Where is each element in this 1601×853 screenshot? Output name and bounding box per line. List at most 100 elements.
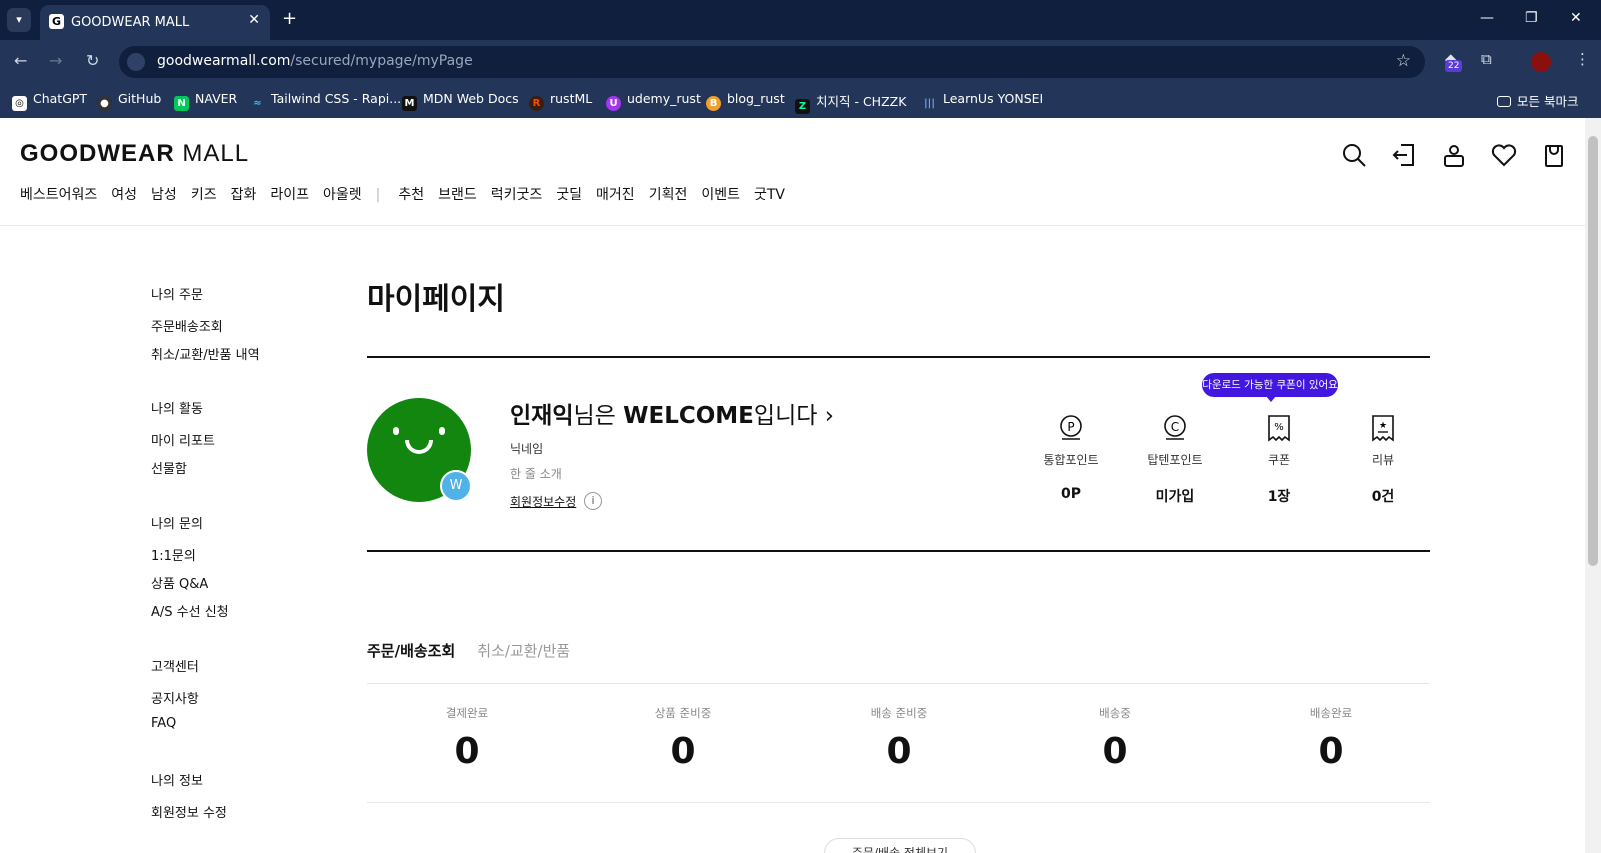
bookmark-blog[interactable]: Bblog_rust bbox=[706, 91, 785, 111]
profile-avatar[interactable] bbox=[1531, 52, 1551, 72]
svg-text:C: C bbox=[1171, 420, 1179, 434]
learnus-icon: ||| bbox=[924, 98, 935, 109]
global-nav: 베스트어워즈 여성 남성 키즈 잡화 라이프 아울렛 | 추천 브랜드 럭키굿즈 굿딜 매거진 기획전 이벤… bbox=[20, 184, 799, 204]
order-status-preparing[interactable]: 상품 준비중 0 bbox=[623, 705, 743, 772]
page-scrollbar[interactable] bbox=[1585, 118, 1601, 853]
review-icon: ★ bbox=[1372, 415, 1394, 442]
welcome-message[interactable]: 인재익님은 WELCOME입니다 › bbox=[510, 396, 834, 430]
browser-tabstrip: ▾ G GOODWEAR MALL ✕ + — ❐ ✕ bbox=[0, 0, 1601, 40]
cart-icon[interactable] bbox=[1541, 142, 1567, 168]
extension-badge: 22 bbox=[1445, 60, 1463, 72]
nav-item[interactable]: 아울렛 bbox=[323, 187, 362, 203]
extensions-puzzle-icon[interactable]: ⧉ bbox=[1481, 50, 1492, 68]
sidebar-item[interactable]: 선물함 bbox=[151, 458, 187, 477]
nav-item[interactable]: 이벤트 bbox=[701, 187, 740, 203]
window-close-button[interactable]: ✕ bbox=[1570, 10, 1582, 26]
naver-icon: N bbox=[174, 96, 189, 111]
bookmark-chatgpt[interactable]: ◎ ChatGPT bbox=[12, 91, 87, 111]
sidebar-item[interactable]: 공지사항 bbox=[151, 688, 199, 707]
sidebar-heading: 나의 정보 bbox=[151, 774, 203, 789]
nav-item[interactable]: 매거진 bbox=[596, 187, 635, 203]
login-icon[interactable] bbox=[1391, 142, 1417, 168]
order-status-shipping[interactable]: 배송중 0 bbox=[1055, 705, 1175, 772]
sidebar-item[interactable]: 1:1문의 bbox=[151, 545, 196, 564]
chzzk-icon: Z bbox=[795, 99, 810, 114]
site-logo[interactable]: GOODWEAR MALL bbox=[20, 140, 249, 168]
nav-item[interactable]: 럭키굿즈 bbox=[491, 187, 543, 203]
bookmark-mdn[interactable]: M MDN Web Docs bbox=[402, 91, 519, 111]
bookmark-naver[interactable]: N NAVER bbox=[174, 91, 237, 111]
tab-cancel-exchange[interactable]: 취소/교환/반품 bbox=[477, 642, 570, 660]
tab-search-button[interactable]: ▾ bbox=[7, 8, 31, 32]
address-bar[interactable]: goodwearmall.com/secured/mypage/myPage ☆ bbox=[119, 46, 1425, 78]
stat-coupon[interactable]: % 쿠폰 1장 bbox=[1229, 413, 1329, 506]
url-text[interactable]: goodwearmall.com/secured/mypage/myPage bbox=[157, 53, 473, 69]
stat-topten-point[interactable]: C 탑텐포인트 미가입 bbox=[1125, 413, 1225, 506]
nav-item[interactable]: 베스트어워즈 bbox=[20, 187, 97, 203]
nav-item[interactable]: 남성 bbox=[151, 187, 177, 203]
bookmark-learnus[interactable]: ||| LearnUs YONSEI bbox=[922, 91, 1043, 111]
sidebar-item[interactable]: 상품 Q&A bbox=[151, 573, 208, 592]
mdn-icon: M bbox=[402, 96, 417, 111]
point-c-icon: C bbox=[1164, 415, 1186, 440]
tab-order-delivery[interactable]: 주문/배송조회 bbox=[367, 642, 455, 660]
bookmark-rustml[interactable]: RrustML bbox=[529, 91, 592, 111]
nav-item[interactable]: 기획전 bbox=[649, 187, 688, 203]
avatar-mouth bbox=[405, 440, 433, 454]
udemy-icon: U bbox=[606, 96, 621, 111]
sidebar-heading: 고객센터 bbox=[151, 660, 199, 675]
tab-favicon: G bbox=[49, 14, 64, 29]
chevron-right-icon: › bbox=[824, 403, 834, 429]
search-icon[interactable] bbox=[1341, 142, 1367, 168]
tab-close-icon[interactable]: ✕ bbox=[248, 12, 260, 28]
order-status-paid[interactable]: 결제완료 0 bbox=[407, 705, 527, 772]
nav-item[interactable]: 키즈 bbox=[191, 187, 217, 203]
nickname: 닉네임 bbox=[510, 442, 544, 456]
bookmark-star-icon[interactable]: ☆ bbox=[1396, 51, 1411, 71]
all-bookmarks[interactable]: 모든 북마크 bbox=[1497, 91, 1578, 110]
bookmark-chzzk[interactable]: Z 치지직 - CHZZK bbox=[795, 91, 906, 114]
sidebar-heading: 나의 문의 bbox=[151, 517, 203, 532]
order-status-ready-to-ship[interactable]: 배송 준비중 0 bbox=[839, 705, 959, 772]
reload-button[interactable]: ↻ bbox=[86, 51, 99, 70]
nav-item[interactable]: 잡화 bbox=[231, 187, 257, 203]
bookmark-udemy[interactable]: Uudemy_rust bbox=[606, 91, 701, 111]
nav-divider: | bbox=[375, 187, 381, 203]
nav-item[interactable]: 여성 bbox=[111, 187, 137, 203]
stat-integrated-point[interactable]: P 통합포인트 0P bbox=[1021, 413, 1121, 502]
nav-item[interactable]: 브랜드 bbox=[438, 187, 477, 203]
browser-menu-icon[interactable]: ⋮ bbox=[1575, 50, 1590, 68]
stat-review[interactable]: ★ 리뷰 0건 bbox=[1333, 413, 1433, 506]
view-all-orders-button[interactable]: 주문/배송 전체보기 bbox=[824, 838, 976, 853]
bookmark-tailwind[interactable]: ≈ Tailwind CSS - Rapi... bbox=[250, 91, 401, 111]
scrollbar-thumb[interactable] bbox=[1588, 136, 1598, 566]
nav-item[interactable]: 굿TV bbox=[754, 187, 785, 203]
bookmark-github[interactable]: ● GitHub bbox=[97, 91, 161, 111]
restore-button[interactable]: ❐ bbox=[1525, 10, 1538, 26]
edit-member-info-link[interactable]: 회원정보수정 bbox=[510, 493, 576, 510]
sidebar-item[interactable]: 마이 리포트 bbox=[151, 430, 215, 449]
sidebar-item[interactable]: A/S 수선 신청 bbox=[151, 601, 229, 620]
browser-tab[interactable]: G GOODWEAR MALL ✕ bbox=[40, 5, 270, 40]
sidebar-item[interactable]: 취소/교환/반품 내역 bbox=[151, 344, 260, 363]
avatar-eye bbox=[439, 427, 445, 435]
page-title: 마이페이지 bbox=[367, 282, 505, 317]
sidebar-item[interactable]: FAQ bbox=[151, 716, 176, 731]
forward-button[interactable]: → bbox=[49, 51, 62, 70]
heart-icon[interactable] bbox=[1491, 142, 1517, 168]
minimize-button[interactable]: — bbox=[1480, 10, 1494, 26]
nav-item[interactable]: 라이프 bbox=[270, 187, 309, 203]
mypage-icon[interactable] bbox=[1441, 142, 1467, 168]
order-status-delivered[interactable]: 배송완료 0 bbox=[1271, 705, 1391, 772]
rust-icon: R bbox=[529, 96, 544, 111]
nav-item[interactable]: 추천 bbox=[398, 187, 424, 203]
sidebar-item[interactable]: 주문배송조회 bbox=[151, 316, 223, 335]
info-icon[interactable]: i bbox=[584, 492, 602, 510]
nav-item[interactable]: 굿딜 bbox=[556, 187, 582, 203]
back-button[interactable]: ← bbox=[14, 51, 27, 70]
divider bbox=[367, 550, 1430, 552]
sidebar-item[interactable]: 회원정보 수정 bbox=[151, 802, 227, 821]
tailwind-icon: ≈ bbox=[253, 98, 262, 109]
new-tab-button[interactable]: + bbox=[282, 8, 297, 29]
site-info-icon[interactable] bbox=[127, 53, 145, 71]
